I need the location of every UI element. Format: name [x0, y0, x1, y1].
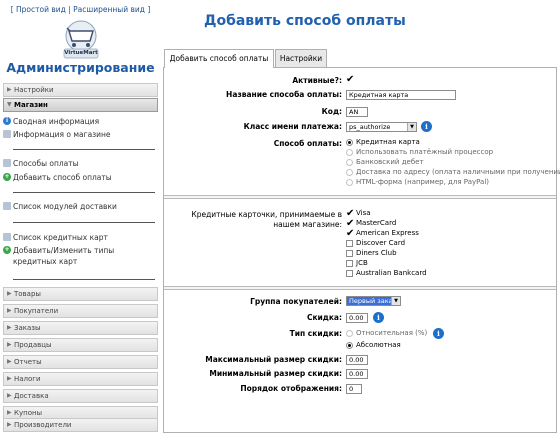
max-discount-input[interactable]: [346, 355, 368, 365]
list-icon: [3, 233, 11, 241]
tab-settings[interactable]: Настройки: [275, 49, 327, 67]
view-switch: [ Простой вид | Расширенный вид ]: [10, 5, 151, 14]
chevron-right-icon: ▶: [7, 358, 12, 365]
divider: [13, 222, 155, 223]
chevron-right-icon: ▶: [7, 421, 12, 428]
active-label: Активные?:: [292, 76, 342, 85]
group-label: Группа покупателей:: [250, 297, 342, 306]
code-input[interactable]: [346, 107, 368, 117]
info-icon[interactable]: i: [373, 312, 384, 323]
sidebar-item-shop-info[interactable]: Информация о магазине: [3, 129, 158, 141]
tab-container: Добавить способ оплаты Настройки Активны…: [163, 49, 560, 433]
chevron-right-icon: ▶: [7, 86, 12, 93]
discount-label: Скидка:: [306, 313, 342, 322]
class-label: Класс имени платежа:: [243, 122, 342, 131]
chevron-down-icon: ▼: [407, 123, 416, 131]
sidebar-item-payment-methods[interactable]: Способы оплаты: [3, 158, 158, 170]
card-discover-checkbox[interactable]: Discover Card: [346, 239, 405, 248]
section-divider: [164, 286, 556, 290]
discount-type-label: Тип скидки:: [289, 329, 342, 338]
name-label: Название способа оплаты:: [226, 90, 342, 99]
min-discount-label: Минимальный размер скидки:: [209, 369, 342, 378]
section-orders[interactable]: ▶ Заказы: [3, 321, 158, 335]
add-icon: +: [3, 173, 11, 181]
sidebar-item-shipping-modules[interactable]: Список модулей доставки: [3, 201, 158, 213]
method-option-html-form[interactable]: HTML-форма (например, для PayPal): [346, 178, 489, 187]
min-discount-input[interactable]: [346, 369, 368, 379]
card-amex-checkbox[interactable]: ✔ American Express: [346, 229, 419, 239]
max-discount-label: Максимальный размер скидки:: [205, 355, 342, 364]
card-jcb-checkbox[interactable]: JCB: [346, 259, 368, 268]
document-icon: [3, 130, 11, 138]
chevron-down-icon: ▼: [7, 101, 12, 108]
sidebar-item-add-payment[interactable]: + Добавить способ оплаты: [3, 172, 158, 184]
card-mastercard-checkbox[interactable]: ✔ MasterCard: [346, 219, 396, 229]
list-icon: [3, 159, 11, 167]
section-customers[interactable]: ▶ Покупатели: [3, 304, 158, 318]
info-icon: i: [3, 117, 11, 125]
list-icon: [3, 202, 11, 210]
sidebar: [ Простой вид | Расширенный вид ] Virtue…: [3, 3, 158, 433]
section-products[interactable]: ▶ Товары: [3, 287, 158, 301]
chevron-right-icon: ▶: [7, 290, 12, 297]
logo-text: VirtueMart: [64, 50, 98, 56]
method-option-credit-card[interactable]: Кредитная карта: [346, 138, 420, 147]
sidebar-item-summary[interactable]: i Сводная информация: [3, 116, 158, 128]
simple-view-link[interactable]: Простой вид: [16, 5, 66, 14]
section-settings[interactable]: ▶ Настройки: [3, 83, 158, 97]
order-label: Порядок отображения:: [240, 384, 342, 393]
add-icon: +: [3, 246, 11, 254]
discount-input[interactable]: [346, 313, 368, 323]
card-bankcard-checkbox[interactable]: Australian Bankcard: [346, 269, 427, 278]
page-title: Добавить способ оплаты: [204, 13, 406, 29]
chevron-down-icon: ▼: [391, 297, 400, 305]
info-icon[interactable]: i: [433, 328, 444, 339]
sidebar-item-credit-cards[interactable]: Список кредитных карт: [3, 232, 158, 244]
card-diners-checkbox[interactable]: Diners Club: [346, 249, 397, 258]
admin-title: Администрирование: [6, 60, 155, 75]
divider: [13, 149, 155, 150]
section-manufacturers[interactable]: ▶ Производители: [3, 418, 158, 432]
section-shipping[interactable]: ▶ Доставка: [3, 389, 158, 403]
chevron-right-icon: ▶: [7, 392, 12, 399]
info-icon[interactable]: i: [421, 121, 432, 132]
section-vendors[interactable]: ▶ Продавцы: [3, 338, 158, 352]
method-option-bank-debit[interactable]: Банковский дебет: [346, 158, 424, 167]
section-reports[interactable]: ▶ Отчеты: [3, 355, 158, 369]
chevron-right-icon: ▶: [7, 324, 12, 331]
chevron-right-icon: ▶: [7, 307, 12, 314]
class-select[interactable]: ps_authorize ▼: [346, 122, 417, 132]
section-taxes[interactable]: ▶ Налоги: [3, 372, 158, 386]
discount-type-relative[interactable]: Относительная (%): [346, 329, 427, 338]
section-divider: [164, 195, 556, 199]
cards-label: Кредитные карточки, принимаемые в нашем …: [191, 210, 342, 229]
active-checkbox[interactable]: ✔: [346, 75, 354, 85]
extended-view-link[interactable]: Расширенный вид: [73, 5, 145, 14]
divider: [13, 279, 155, 280]
tab-add-payment[interactable]: Добавить способ оплаты: [164, 49, 274, 68]
method-label: Способ оплаты:: [273, 139, 342, 148]
card-visa-checkbox[interactable]: ✔ Visa: [346, 209, 371, 219]
divider: [13, 192, 155, 193]
order-input[interactable]: [346, 384, 362, 394]
chevron-right-icon: ▶: [7, 341, 12, 348]
section-shop[interactable]: ▼ Магазин: [3, 98, 158, 112]
virtuemart-logo: VirtueMart: [60, 19, 102, 61]
discount-type-absolute[interactable]: Абсолютная: [346, 341, 401, 350]
group-select[interactable]: Первый заказ ▼: [346, 296, 401, 306]
sidebar-item-add-card-types[interactable]: + Добавить/Изменить типы кредитных карт: [3, 245, 153, 269]
method-option-cod[interactable]: Доставка по адресу (оплата наличными при…: [346, 168, 560, 177]
code-label: Код:: [321, 107, 342, 116]
form-panel: Активные?: ✔ Название способа оплаты: Ко…: [163, 67, 560, 433]
chevron-right-icon: ▶: [7, 375, 12, 382]
method-option-processor[interactable]: Использовать платёжный процессор: [346, 148, 493, 157]
payment-name-input[interactable]: [346, 90, 456, 100]
